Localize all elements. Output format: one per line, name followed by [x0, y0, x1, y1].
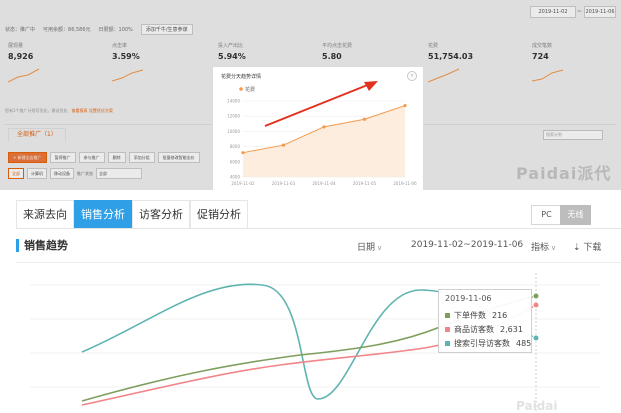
- download-label: 下载: [583, 243, 602, 253]
- date-label: 日期: [357, 243, 376, 253]
- legend-swatch: [445, 313, 450, 318]
- tab-traffic-source[interactable]: 来源去向: [16, 200, 74, 229]
- tab-divider: [16, 228, 621, 229]
- legend-swatch: [445, 327, 450, 332]
- tab-visitor-analysis[interactable]: 访客分析: [132, 200, 190, 229]
- tooltip-label: 商品访客数: [454, 325, 494, 334]
- wireless-toggle-button[interactable]: 无线: [560, 205, 591, 225]
- section-accent: [16, 239, 19, 252]
- tooltip-value: 216: [492, 311, 508, 320]
- chevron-down-icon: ∨: [377, 244, 383, 252]
- hover-point-orders: [532, 292, 540, 300]
- chevron-down-icon: ∨: [551, 244, 557, 252]
- tooltip-value: 2,631: [500, 325, 523, 334]
- legend-swatch: [445, 341, 450, 346]
- tooltip-row: 下单件数 216: [445, 310, 507, 321]
- hover-point-search-visitors: [532, 334, 540, 342]
- tab-promotion-analysis[interactable]: 促销分析: [190, 200, 248, 229]
- download-button[interactable]: ⇣ 下载: [573, 240, 601, 253]
- tooltip-label: 下单件数: [454, 311, 486, 320]
- date-range-text[interactable]: 2019-11-02~2019-11-06: [411, 240, 523, 250]
- tooltip-date: 2019-11-06: [445, 294, 492, 303]
- hover-point-product-visitors: [532, 301, 540, 309]
- date-dropdown[interactable]: 日期 ∨: [357, 240, 382, 253]
- tooltip-label: 搜索引导访客数: [454, 339, 510, 348]
- tab-sales-analysis[interactable]: 销售分析: [74, 200, 132, 229]
- section-title: 销售趋势: [24, 239, 68, 252]
- metric-label: 指标: [531, 243, 550, 253]
- metric-dropdown[interactable]: 指标 ∨: [531, 240, 556, 253]
- tooltip-row: 商品访客数 2,631: [445, 324, 523, 335]
- tooltip-value: 485: [516, 339, 532, 348]
- chart-tooltip: 2019-11-06 下单件数 216 商品访客数 2,631 搜索引导访客数 …: [438, 289, 532, 353]
- pc-toggle-button[interactable]: PC: [531, 205, 562, 225]
- red-arrow: [264, 81, 378, 127]
- tooltip-row: 搜索引导访客数 485: [445, 338, 531, 349]
- backend-screenshot: 2019-11-02 ~ 2019-11-06 状态：推广中 可用余额：86,5…: [0, 0, 621, 190]
- download-icon: ⇣: [573, 243, 581, 253]
